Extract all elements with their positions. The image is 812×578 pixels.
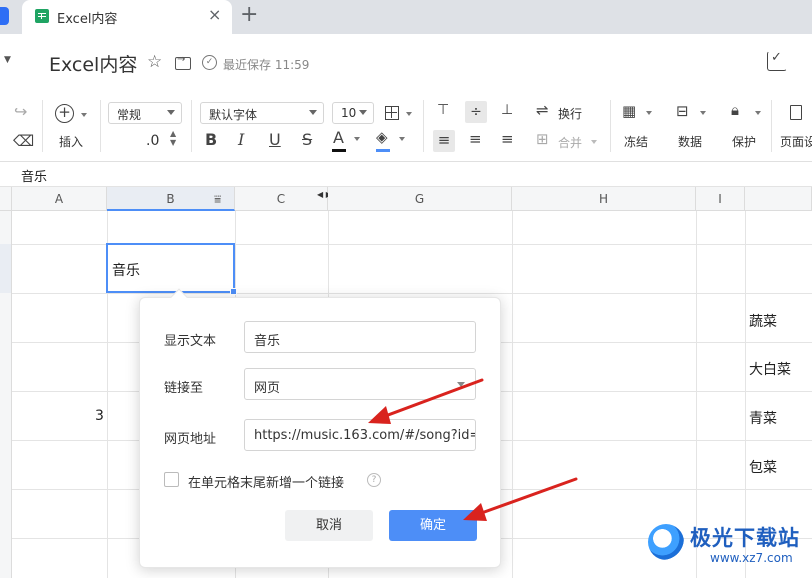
redo-icon[interactable]: ↪ <box>14 102 27 121</box>
tab-title: Excel内容 <box>57 12 118 27</box>
selected-cell-text: 音乐 <box>112 263 140 279</box>
page-setup-label[interactable]: 页面设 <box>780 133 812 150</box>
font-family-select[interactable]: 默认字体 <box>200 102 324 124</box>
number-format-value: 常规 <box>117 108 142 122</box>
watermark-logo-icon <box>648 524 684 560</box>
select-all-corner[interactable] <box>0 187 12 211</box>
formula-bar[interactable]: 音乐 <box>0 162 812 187</box>
formula-bar-content: 音乐 <box>21 170 48 185</box>
watermark: 极光下载站 www.xz7.com <box>648 520 808 576</box>
document-header: ▼ Excel内容 ☆ ✓ 最近保存 11:59 <box>0 34 812 92</box>
font-size-select[interactable]: 10 <box>332 102 374 124</box>
row-header[interactable] <box>0 293 12 578</box>
column-header-next[interactable] <box>745 187 812 211</box>
align-bottom-icon[interactable]: ⊥ <box>501 102 513 118</box>
eraser-icon[interactable]: ⌫ <box>13 132 34 150</box>
star-icon[interactable]: ☆ <box>147 52 162 72</box>
fill-color-bar <box>376 149 390 152</box>
number-format-select[interactable]: 常规 <box>108 102 182 124</box>
align-right-icon[interactable]: ≡ <box>501 130 514 148</box>
bold-button[interactable]: B <box>205 130 217 149</box>
cell-value: 3 <box>95 408 104 424</box>
filter-icon[interactable]: ⩸ <box>214 192 221 207</box>
append-link-label[interactable]: 在单元格末尾新增一个链接 <box>188 472 344 491</box>
share-icon[interactable] <box>767 50 787 71</box>
url-label: 网页地址 <box>164 432 217 447</box>
toolbar-ribbon: ↪ ⌫ + 插入 常规 .0 ▲ ▼ 默认字体 10 B I U S A ◈ ⊤ … <box>0 92 812 162</box>
column-header-c[interactable]: C <box>235 187 328 211</box>
font-family-value: 默认字体 <box>209 108 258 122</box>
align-center-icon[interactable]: ≡ <box>469 130 482 148</box>
decimal-label[interactable]: .0 <box>146 133 159 149</box>
wrap-text-label[interactable]: 换行 <box>558 105 582 122</box>
save-status: 最近保存 11:59 <box>223 58 310 72</box>
column-header-i[interactable]: I <box>696 187 745 211</box>
chevron-down-icon <box>457 382 465 387</box>
fill-color-icon[interactable]: ◈ <box>376 128 388 146</box>
close-icon[interactable]: × <box>208 5 221 24</box>
wrap-text-icon[interactable]: ⇌ <box>536 101 549 119</box>
column-header-g[interactable]: G <box>328 187 512 211</box>
cell-text: 蔬菜 <box>749 314 777 330</box>
cell-text: 包菜 <box>749 460 777 476</box>
move-to-folder-icon[interactable] <box>175 54 191 70</box>
data-icon[interactable]: ⊟ <box>676 102 689 120</box>
browser-tab[interactable]: Excel内容 × <box>22 0 232 34</box>
merge-label[interactable]: 合并 <box>558 134 582 151</box>
font-size-value: 10 <box>341 106 357 120</box>
cancel-button[interactable]: 取消 <box>285 510 373 541</box>
align-middle-icon[interactable]: ÷ <box>465 101 487 123</box>
link-to-select[interactable]: 网页 <box>244 368 476 400</box>
watermark-url: www.xz7.com <box>710 551 793 565</box>
display-text-label: 显示文本 <box>164 334 217 349</box>
protect-label[interactable]: 保护 <box>732 133 756 150</box>
lock-icon[interactable]: 🔒︎ <box>731 101 739 119</box>
decimal-stepper-icon[interactable]: ▲ ▼ <box>170 129 176 147</box>
selected-cell[interactable]: 音乐 <box>106 243 235 293</box>
url-input[interactable]: https://music.163.com/#/song?id=1 <box>244 419 476 451</box>
browser-tab-strip: Excel内容 × + <box>0 0 812 34</box>
column-header-a[interactable]: A <box>12 187 107 211</box>
page-icon[interactable] <box>790 105 802 120</box>
insert-plus-icon[interactable]: + <box>55 104 74 123</box>
confirm-button[interactable]: 确定 <box>389 510 477 541</box>
insert-label[interactable]: 插入 <box>59 133 83 150</box>
help-icon[interactable]: ? <box>367 473 381 487</box>
strikethrough-button[interactable]: S <box>302 130 312 149</box>
append-link-checkbox[interactable] <box>164 472 179 487</box>
align-left-icon[interactable]: ≡ <box>433 130 455 152</box>
document-title[interactable]: Excel内容 <box>49 50 137 77</box>
menu-dropdown-icon[interactable]: ▼ <box>4 55 11 65</box>
italic-button[interactable]: I <box>238 130 244 149</box>
app-icon <box>0 7 9 25</box>
row-header-selected[interactable] <box>0 244 12 293</box>
watermark-name: 极光下载站 <box>690 526 800 550</box>
link-to-value: 网页 <box>254 381 281 396</box>
merge-icon[interactable]: ⊞ <box>536 130 549 148</box>
font-color-button[interactable]: A <box>333 128 344 147</box>
display-text-input[interactable]: 音乐 <box>244 321 476 353</box>
data-label[interactable]: 数据 <box>678 133 702 150</box>
underline-button[interactable]: U <box>269 130 281 149</box>
row-header[interactable] <box>0 211 12 244</box>
border-icon[interactable] <box>385 106 399 120</box>
font-color-bar <box>332 149 346 152</box>
hyperlink-dialog: 显示文本 音乐 链接至 网页 网页地址 https://music.163.co… <box>139 288 501 568</box>
freeze-icon[interactable]: ▦ <box>622 102 636 120</box>
cell-text: 青菜 <box>749 411 777 427</box>
cell-text: 大白菜 <box>749 362 791 378</box>
align-top-icon[interactable]: ⊤ <box>437 102 449 118</box>
column-header-h[interactable]: H <box>512 187 696 211</box>
spreadsheet-icon <box>35 9 49 23</box>
new-tab-button[interactable]: + <box>240 2 258 27</box>
saved-check-icon: ✓ <box>202 55 217 70</box>
fill-handle[interactable] <box>230 288 237 295</box>
link-to-label: 链接至 <box>164 381 204 396</box>
freeze-label[interactable]: 冻结 <box>624 133 648 150</box>
